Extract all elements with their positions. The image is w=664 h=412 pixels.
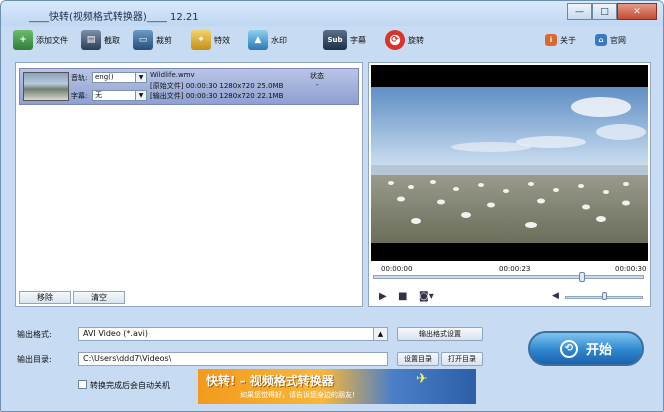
- clip-button[interactable]: ▭ 裁剪: [133, 30, 172, 50]
- watermark-button[interactable]: ▲ 水印: [248, 30, 287, 50]
- clip-label: 裁剪: [156, 35, 172, 45]
- about-label: 关于: [560, 35, 576, 45]
- play-icon[interactable]: ▶: [379, 291, 387, 302]
- rotate-label: 旋转: [408, 35, 424, 45]
- title-version: 12.21: [170, 12, 199, 23]
- crop-label: 截取: [104, 35, 120, 45]
- speaker-icon[interactable]: ◀: [552, 291, 559, 301]
- website-label: 官网: [610, 35, 626, 45]
- output-dir-label: 输出目录:: [17, 355, 52, 364]
- output-label: [输出文件]: [150, 92, 184, 100]
- watermark-image-icon: ▲: [248, 30, 268, 50]
- time-start: 00:00:00: [381, 265, 413, 273]
- output-dir-value: C:\Users\ddd7\Videos\: [83, 354, 172, 363]
- source-info: [原始文件] 00:00:30 1280x720 25.0MB: [150, 81, 283, 91]
- file-list-panel: 音轨: eng() ▼ 字幕: 无 ▼ Wildlife.wmv 状态 - [原…: [15, 62, 363, 307]
- time-end: 00:00:30: [615, 265, 647, 273]
- file-name: Wildlife.wmv: [150, 71, 195, 79]
- effects-button[interactable]: ✦ 特效: [191, 30, 230, 50]
- auto-shutdown-checkbox[interactable]: [78, 380, 87, 389]
- subtitle-label: 字幕: [350, 35, 366, 45]
- window-title: ____快转(视频格式转换器)____ 12.21: [29, 8, 199, 23]
- output-resolution: 1280x720: [219, 92, 255, 100]
- source-label: [原始文件]: [150, 82, 184, 90]
- seek-handle[interactable]: [578, 272, 585, 282]
- crop-button[interactable]: ▤ 截取: [81, 30, 120, 50]
- time-current: 00:00:23: [499, 265, 531, 273]
- film-strip-icon: ▤: [81, 30, 101, 50]
- title-bar[interactable]: ____快转(视频格式转换器)____ 12.21 — □ ✕: [1, 1, 663, 26]
- preview-panel: 00:00:00 00:00:23 00:00:30 ▶ ■ ◙▾ ◀: [368, 62, 651, 307]
- subtitle-track-value: 无: [95, 91, 102, 99]
- start-button[interactable]: ⟲ 开始: [528, 331, 644, 366]
- about-button[interactable]: i 关于: [545, 34, 576, 46]
- minimize-button[interactable]: —: [567, 3, 592, 20]
- auto-shutdown-label: 转换完成后会自动关机: [90, 381, 170, 390]
- source-resolution: 1280x720: [219, 82, 255, 90]
- remove-button[interactable]: 移除: [19, 291, 71, 304]
- output-format-value: AVI Video (*.avi): [83, 329, 148, 338]
- website-button[interactable]: ⌂ 官网: [595, 34, 626, 46]
- status-header: 状态: [310, 72, 324, 80]
- add-file-icon: +: [13, 30, 33, 50]
- subtitle-button[interactable]: Sub 字幕: [323, 30, 366, 50]
- screen-crop-icon: ▭: [133, 30, 153, 50]
- source-size: 25.0MB: [256, 82, 284, 90]
- output-info: [输出文件] 00:00:30 1280x720 22.1MB: [150, 91, 283, 101]
- rotate-button[interactable]: ⟳ 旋转: [385, 30, 424, 50]
- about-person-icon: i: [545, 34, 557, 46]
- window-controls: — □ ✕: [567, 3, 657, 20]
- seek-bar[interactable]: [373, 275, 644, 279]
- format-settings-button[interactable]: 输出格式设置: [397, 327, 483, 341]
- title-prefix: ____: [29, 12, 49, 23]
- open-directory-button[interactable]: 打开目录: [441, 352, 483, 366]
- clear-button[interactable]: 清空: [73, 291, 125, 304]
- banner-subline: 如果您觉得好，请告诉您身边的朋友!: [240, 391, 355, 399]
- close-button[interactable]: ✕: [617, 3, 657, 20]
- audio-track-label: 音轨:: [71, 74, 88, 82]
- video-thumbnail: [23, 72, 69, 101]
- subtitle-track-select[interactable]: 无 ▼: [92, 90, 147, 101]
- toolbar: + 添加文件 ▤ 截取 ▭ 裁剪 ✦ 特效 ▲ 水印 Sub 字幕 ⟳ 旋转 i: [5, 28, 659, 56]
- promo-banner[interactable]: 快转! – 视频格式转换器 如果您觉得好，请告诉您身边的朋友! ✈: [198, 369, 476, 404]
- airplane-icon: ✈: [416, 371, 428, 387]
- video-preview[interactable]: [371, 65, 648, 261]
- rotate-icon: ⟳: [385, 30, 405, 50]
- title-separator: ____: [146, 12, 167, 23]
- title-app-name: 快转(视频格式转换器): [49, 12, 147, 23]
- set-directory-button[interactable]: 设置目录: [397, 352, 439, 366]
- volume-handle[interactable]: [602, 292, 607, 300]
- add-file-button[interactable]: + 添加文件: [13, 30, 68, 50]
- source-duration: 00:00:30: [185, 82, 218, 90]
- output-format-select[interactable]: AVI Video (*.avi) ▲: [78, 327, 388, 341]
- chevron-down-icon: ▼: [135, 73, 146, 82]
- output-size: 22.1MB: [256, 92, 284, 100]
- chevron-up-icon: ▲: [373, 328, 387, 340]
- video-frame-image: [371, 87, 648, 243]
- list-item[interactable]: 音轨: eng() ▼ 字幕: 无 ▼ Wildlife.wmv 状态 - [原…: [19, 68, 359, 105]
- add-file-label: 添加文件: [36, 35, 68, 45]
- start-label: 开始: [585, 343, 612, 358]
- subtitle-sub-icon: Sub: [323, 30, 347, 50]
- audio-track-value: eng(): [95, 73, 114, 81]
- camera-snapshot-icon[interactable]: ◙▾: [419, 291, 434, 302]
- banner-headline: 快转! – 视频格式转换器: [206, 374, 334, 388]
- output-format-label: 输出格式:: [17, 330, 52, 339]
- refresh-convert-icon: ⟲: [559, 339, 578, 358]
- output-duration: 00:00:30: [185, 92, 218, 100]
- chevron-down-icon: ▼: [135, 91, 146, 100]
- watermark-label: 水印: [271, 35, 287, 45]
- home-icon: ⌂: [595, 34, 607, 46]
- list-actions: 移除 清空: [19, 291, 125, 304]
- effects-label: 特效: [214, 35, 230, 45]
- effects-sparkle-icon: ✦: [191, 30, 211, 50]
- subtitle-track-label: 字幕:: [71, 92, 88, 100]
- stop-icon[interactable]: ■: [398, 291, 407, 302]
- status-value: -: [316, 81, 319, 89]
- maximize-button[interactable]: □: [592, 3, 617, 20]
- app-window: ____快转(视频格式转换器)____ 12.21 — □ ✕ + 添加文件 ▤…: [0, 0, 664, 412]
- audio-track-select[interactable]: eng() ▼: [92, 72, 147, 83]
- output-dir-input[interactable]: C:\Users\ddd7\Videos\: [78, 352, 388, 366]
